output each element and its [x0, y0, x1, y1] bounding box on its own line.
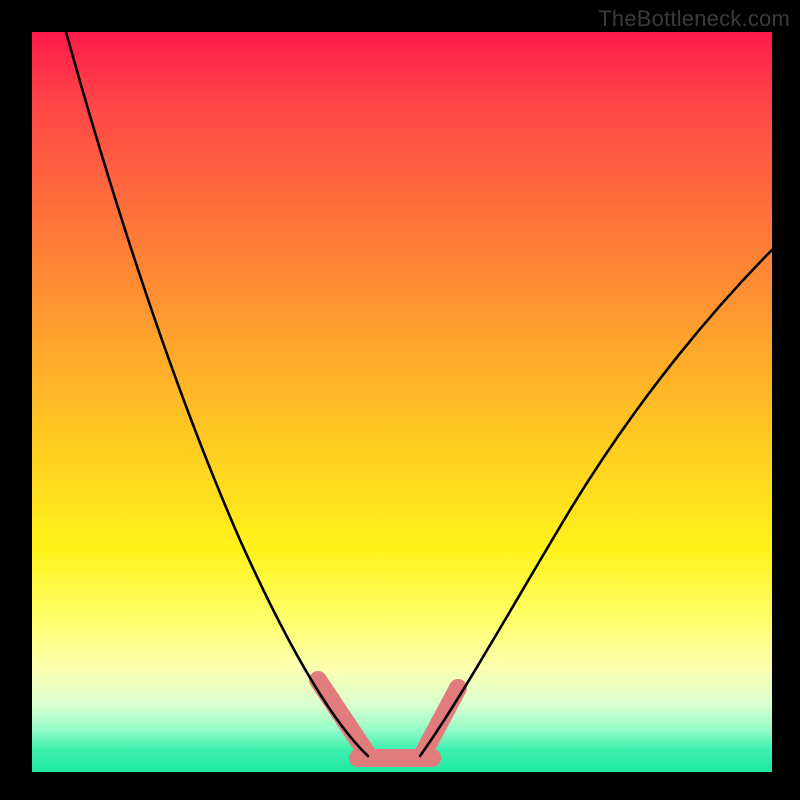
left-curve — [66, 32, 368, 756]
valley-marker — [318, 680, 458, 758]
right-curve — [420, 232, 790, 756]
chart-svg — [0, 0, 800, 800]
watermark-text: TheBottleneck.com — [598, 6, 790, 32]
chart-frame: TheBottleneck.com — [0, 0, 800, 800]
